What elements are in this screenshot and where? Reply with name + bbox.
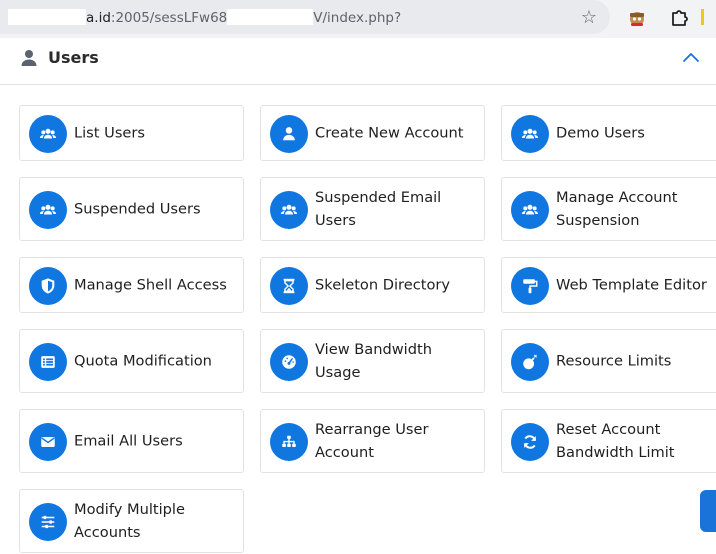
sync-icon (511, 423, 549, 461)
tile-list-users[interactable]: List Users (19, 105, 244, 161)
tile-label: View Bandwidth Usage (315, 338, 478, 384)
tile-label-line: Account (315, 444, 374, 461)
tile-label: Demo Users (556, 124, 645, 142)
tile-reset-account-bandwidth-limit[interactable]: Reset Account Bandwidth Limit (501, 409, 716, 473)
chevron-up-icon[interactable] (681, 49, 701, 65)
users-icon (511, 191, 549, 229)
tile-email-all-users[interactable]: Email All Users (19, 409, 244, 473)
tile-label-line: Rearrange User (315, 421, 429, 438)
url-tail: V/index.php? (313, 10, 402, 26)
users-icon (511, 115, 549, 153)
hourglass-icon (270, 267, 308, 305)
tile-manage-account-suspension[interactable]: Manage Account Suspension (501, 177, 716, 241)
envelope-icon (29, 423, 67, 461)
tile-label: List Users (74, 124, 146, 142)
redacted-region (227, 9, 314, 25)
tile-label: Email All Users (74, 432, 183, 450)
sliders-icon (29, 503, 67, 541)
list-icon (29, 343, 67, 381)
tile-demo-users[interactable]: Demo Users (501, 105, 716, 161)
tile-rearrange-user-account[interactable]: Rearrange User Account (260, 409, 485, 473)
floating-action-button[interactable] (700, 490, 716, 532)
panel-title: Users (48, 48, 99, 67)
tile-label: Suspended Users (74, 200, 201, 218)
tile-create-new-account[interactable]: Create New Account (260, 105, 485, 161)
gauge-icon (270, 343, 308, 381)
tile-label: Skeleton Directory (315, 276, 451, 294)
profile-indicator (701, 9, 704, 25)
tile-suspended-email-users[interactable]: Suspended Email Users (260, 177, 485, 241)
user-icon (270, 115, 308, 153)
tile-label: Reset Account Bandwidth Limit (556, 418, 714, 464)
shield-icon (29, 267, 67, 305)
url-host: a.id (86, 10, 111, 26)
tile-label: Web Template Editor (556, 276, 707, 294)
tile-skeleton-directory[interactable]: Skeleton Directory (260, 257, 485, 313)
sitemap-icon (270, 423, 308, 461)
tile-label: Modify Multiple Accounts (74, 498, 237, 544)
users-icon (29, 115, 67, 153)
paint-roller-icon (511, 267, 549, 305)
bomb-icon (511, 343, 549, 381)
tile-suspended-users[interactable]: Suspended Users (19, 177, 244, 241)
tile-label-line: Reset Account (556, 421, 661, 438)
tile-label-line: Suspension (556, 212, 640, 229)
users-icon (270, 191, 308, 229)
tile-label: Manage Shell Access (74, 276, 227, 294)
tile-label: Create New Account (315, 124, 464, 142)
tile-label-line: View Bandwidth (315, 341, 432, 358)
tile-label-line: Bandwidth Limit (556, 444, 675, 461)
tile-label: Suspended Email Users (315, 186, 478, 232)
url-path: :2005/sessLFw68 (110, 10, 228, 26)
users-panel-header[interactable]: Users (0, 40, 716, 85)
tile-label: Quota Modification (74, 352, 212, 370)
tile-modify-multiple-accounts[interactable]: Modify Multiple Accounts (19, 489, 244, 553)
tile-label-line: Suspended Email (315, 189, 442, 206)
tile-label: Manage Account Suspension (556, 186, 714, 232)
tile-manage-shell-access[interactable]: Manage Shell Access (19, 257, 244, 313)
user-icon (21, 50, 37, 66)
tile-label-line: Usage (315, 364, 361, 381)
tile-label-line: Manage Account (556, 189, 678, 206)
tile-label-line: Modify Multiple (74, 501, 185, 518)
users-icon (29, 191, 67, 229)
tile-label: Rearrange User Account (315, 418, 478, 464)
browser-toolbar: a.id:2005/sessLFw68 V/index.php? ☆ (0, 0, 716, 38)
tile-quota-modification[interactable]: Quota Modification (19, 329, 244, 393)
tile-web-template-editor[interactable]: Web Template Editor (501, 257, 716, 313)
tile-label-line: Users (315, 212, 356, 229)
address-bar[interactable]: a.id:2005/sessLFw68 V/index.php? (0, 0, 610, 34)
url-text: a.id:2005/sessLFw68 V/index.php? (8, 9, 401, 26)
extension-icon[interactable] (626, 7, 648, 29)
puzzle-icon[interactable] (668, 7, 690, 29)
tile-label: Resource Limits (556, 352, 672, 370)
redacted-region (8, 9, 86, 25)
tile-resource-limits[interactable]: Resource Limits (501, 329, 716, 393)
star-icon[interactable]: ☆ (578, 7, 600, 29)
tile-view-bandwidth-usage[interactable]: View Bandwidth Usage (260, 329, 485, 393)
tile-label-line: Accounts (74, 524, 141, 541)
